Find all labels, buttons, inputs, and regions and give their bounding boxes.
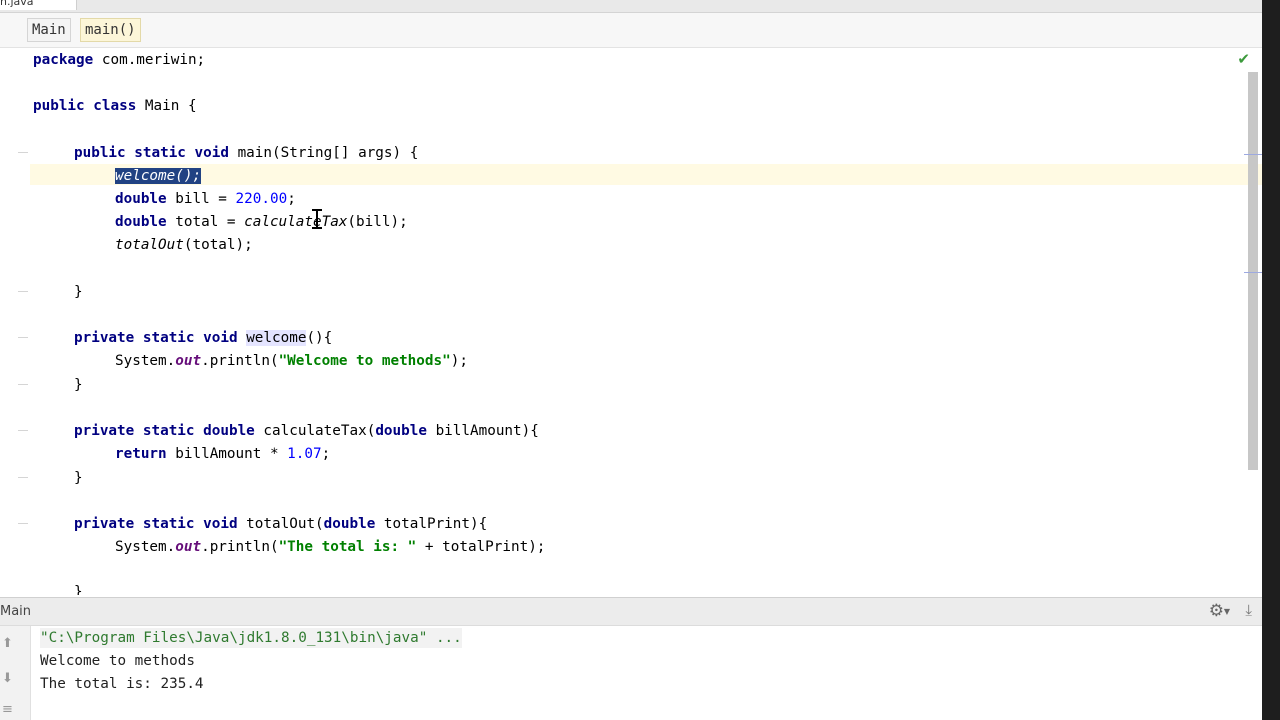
- pin-icon[interactable]: ⤓: [1245, 601, 1252, 619]
- fold-marker[interactable]: [18, 378, 28, 385]
- console-line: Welcome to methods: [40, 653, 195, 669]
- current-line-highlight: [30, 164, 1262, 185]
- chevron-down-icon[interactable]: ▼: [1224, 607, 1230, 616]
- code-line: private static double calculateTax(doubl…: [74, 423, 539, 439]
- breadcrumb-method[interactable]: main(): [80, 18, 141, 42]
- editor-gutter: [0, 48, 30, 595]
- code-line: public class Main {: [33, 98, 197, 114]
- fold-marker[interactable]: [18, 331, 28, 338]
- tab-main-java[interactable]: n.java: [0, 0, 77, 10]
- fold-marker[interactable]: [18, 424, 28, 431]
- console-line: The total is: 235.4: [40, 676, 204, 692]
- rerun-icon[interactable]: ⬆: [2, 636, 13, 651]
- code-line: double bill = 220.00;: [115, 191, 296, 207]
- code-line: System.out.println("The total is: " + to…: [115, 539, 546, 555]
- code-line: public static void main(String[] args) {: [74, 145, 419, 161]
- scroll-marker[interactable]: [1244, 272, 1262, 273]
- gear-icon[interactable]: ⚙: [1209, 601, 1224, 621]
- console-command-line: "C:\Program Files\Java\jdk1.8.0_131\bin\…: [40, 628, 462, 648]
- fold-marker[interactable]: [18, 517, 28, 524]
- code-line: private static void welcome(){: [74, 330, 333, 346]
- code-line: }: [74, 284, 83, 300]
- window-edge: [1262, 0, 1280, 720]
- run-panel-toolbar: ⬆ ⬇ ≡: [0, 626, 31, 720]
- code-line: }: [74, 470, 83, 486]
- code-line: System.out.println("Welcome to methods")…: [115, 353, 468, 369]
- fold-marker[interactable]: [18, 471, 28, 478]
- code-line: }: [74, 584, 83, 595]
- fold-marker[interactable]: [18, 285, 28, 292]
- code-line: return billAmount * 1.07;: [115, 446, 331, 462]
- code-line-selected: welcome();: [115, 166, 202, 186]
- code-line: }: [74, 377, 83, 393]
- editor-scrollbar[interactable]: [1248, 72, 1258, 470]
- code-line: package com.meriwin;: [33, 52, 206, 68]
- console-output[interactable]: "C:\Program Files\Java\jdk1.8.0_131\bin\…: [31, 626, 1262, 720]
- fold-marker[interactable]: [18, 146, 28, 153]
- code-line: private static void totalOut(double tota…: [74, 516, 488, 532]
- code-line: double total = calculateTax(bill);: [115, 214, 408, 230]
- breadcrumb-class[interactable]: Main: [27, 18, 71, 42]
- wrap-icon[interactable]: ≡: [2, 702, 13, 717]
- stop-icon[interactable]: ⬇: [2, 671, 13, 686]
- checkmark-icon[interactable]: ✔: [1237, 50, 1250, 68]
- run-panel-header: Main ⚙ ▼ ⤓: [0, 597, 1262, 626]
- scroll-marker[interactable]: [1244, 154, 1262, 155]
- code-line: totalOut(total);: [115, 237, 253, 253]
- editor-tab-strip: n.java: [0, 0, 1262, 13]
- breadcrumb: Main main(): [0, 13, 1262, 48]
- text-cursor-icon: [312, 209, 322, 229]
- run-panel-title[interactable]: Main: [0, 598, 31, 625]
- code-editor[interactable]: package com.meriwin; public class Main {…: [0, 48, 1262, 595]
- selected-text: welcome();: [115, 168, 202, 184]
